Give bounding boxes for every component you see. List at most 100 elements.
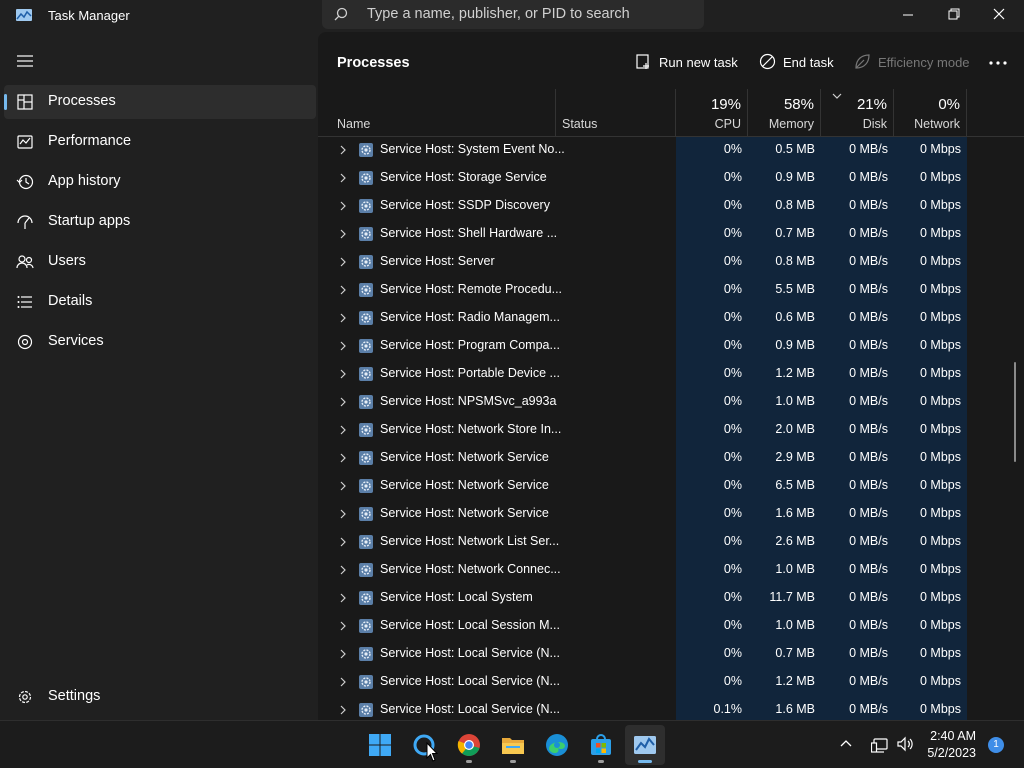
hamburger-menu-icon[interactable] [16,54,34,68]
expand-chevron-icon[interactable] [340,369,346,379]
expand-chevron-icon[interactable] [340,173,346,183]
table-row[interactable]: Service Host: Radio Managem... 0% 0.6 MB 0 … [318,304,1024,332]
more-options-icon[interactable] [988,60,1008,66]
expand-chevron-icon[interactable] [340,201,346,211]
cpu-value: 0.1% [713,702,743,716]
users-icon [16,255,34,269]
column-header-cpu[interactable]: 19% CPU [676,89,748,137]
vertical-scrollbar[interactable] [1014,362,1016,462]
expand-chevron-icon[interactable] [340,509,346,519]
table-row[interactable]: Service Host: Local System 0% 11.7 MB 0 MB/… [318,584,1024,612]
network-icon[interactable] [871,737,889,753]
cpu-value: 0% [723,618,742,632]
table-row[interactable]: Service Host: Shell Hardware ... 0% 0.7 MB… [318,220,1024,248]
sidebar-item-startup-apps[interactable]: Startup apps [4,205,316,239]
table-row[interactable]: Service Host: Network Service 0% 1.6 MB 0 M… [318,500,1024,528]
taskbar-cortana[interactable] [404,725,444,765]
disk-value: 0 MB/s [849,422,888,436]
expand-chevron-icon[interactable] [340,453,346,463]
volume-icon[interactable] [896,736,914,752]
expand-chevron-icon[interactable] [340,593,346,603]
expand-chevron-icon[interactable] [340,341,346,351]
sidebar-item-services[interactable]: Services [4,325,316,359]
expand-chevron-icon[interactable] [340,565,346,575]
table-row[interactable]: Service Host: Portable Device ... 0% 1.2 M… [318,360,1024,388]
clock-time[interactable]: 2:40 AM [916,729,976,743]
expand-chevron-icon[interactable] [340,229,346,239]
table-row[interactable]: Service Host: Network List Ser... 0% 2.6 M… [318,528,1024,556]
table-row[interactable]: Service Host: Network Service 0% 6.5 MB 0 M… [318,472,1024,500]
expand-chevron-icon[interactable] [340,705,346,715]
edge-icon [546,734,568,756]
sidebar-item-performance[interactable]: Performance [4,125,316,159]
taskbar-task-manager[interactable] [625,725,665,765]
service-host-icon [359,227,373,241]
expand-chevron-icon[interactable] [340,677,346,687]
table-row[interactable]: Service Host: Local Service (N... 0% 0.7 M… [318,640,1024,668]
process-name: Service Host: Local Service (N... [380,674,560,688]
memory-value: 1.0 MB [775,394,815,408]
table-row[interactable]: Service Host: System Event No... 0% 0.5 MB… [318,136,1024,164]
table-row[interactable]: Service Host: Remote Procedu... 0% 5.5 MB 0… [318,276,1024,304]
taskbar-microsoft-store[interactable] [581,725,621,765]
expand-chevron-icon[interactable] [340,313,346,323]
active-indicator [638,760,652,763]
end-task-button[interactable]: End task [759,52,834,74]
process-name: Service Host: Radio Managem... [380,310,560,324]
memory-value: 0.9 MB [775,170,815,184]
clock-date[interactable]: 5/2/2023 [916,746,976,760]
taskbar-edge[interactable] [537,725,577,765]
table-row[interactable]: Service Host: Local Service (N... 0% 1.2 M… [318,668,1024,696]
expand-chevron-icon[interactable] [340,537,346,547]
table-row[interactable]: Service Host: Local Session M... 0% 1.0 MB… [318,612,1024,640]
minimize-button[interactable] [885,0,931,30]
expand-chevron-icon[interactable] [340,425,346,435]
table-row[interactable]: Service Host: Network Connec... 0% 1.0 MB 0… [318,556,1024,584]
cpu-value: 0% [723,338,742,352]
table-row[interactable]: Service Host: SSDP Discovery 0% 0.8 MB 0 MB… [318,192,1024,220]
table-row[interactable]: Service Host: Network Service 0% 2.9 MB 0 M… [318,444,1024,472]
sidebar-item-processes[interactable]: Processes [4,85,316,119]
end-task-icon [759,53,776,70]
expand-chevron-icon[interactable] [340,285,346,295]
column-header-network[interactable]: 0% Network [894,89,967,137]
search-input[interactable]: Type a name, publisher, or PID to search [367,6,630,22]
network-value: 0 Mbps [920,534,961,548]
sidebar-item-users[interactable]: Users [4,245,316,279]
column-header-status[interactable]: Status [556,89,676,137]
start-button[interactable] [360,725,400,765]
table-row[interactable]: Service Host: Storage Service 0% 0.9 MB 0 M… [318,164,1024,192]
column-header-name[interactable]: Name [318,89,556,137]
column-header-memory[interactable]: 58% Memory [748,89,821,137]
expand-chevron-icon[interactable] [340,481,346,491]
close-button[interactable] [976,0,1022,30]
network-value: 0 Mbps [920,338,961,352]
taskbar-file-explorer[interactable] [493,725,533,765]
process-name: Service Host: Local Session M... [380,618,560,632]
process-name: Service Host: Remote Procedu... [380,282,563,296]
notification-badge[interactable]: 1 [988,737,1004,753]
expand-chevron-icon[interactable] [340,649,346,659]
expand-chevron-icon[interactable] [340,621,346,631]
restore-button[interactable] [930,0,976,30]
sidebar-item-app-history[interactable]: App history [4,165,316,199]
efficiency-mode-button[interactable]: Efficiency mode [854,52,970,74]
cpu-value: 0% [723,450,742,464]
sidebar-item-settings[interactable]: Settings [4,680,316,714]
table-row[interactable]: Service Host: NPSMSvc_a993a 0% 1.0 MB 0 MB/… [318,388,1024,416]
show-hidden-icons-chevron-icon[interactable] [840,739,852,747]
taskbar-chrome[interactable] [449,725,489,765]
run-new-task-button[interactable]: Run new task [635,52,738,74]
network-value: 0 Mbps [920,142,961,156]
table-row[interactable]: Service Host: Network Store In... 0% 2.0 M… [318,416,1024,444]
table-row[interactable]: Service Host: Program Compa... 0% 0.9 MB 0 … [318,332,1024,360]
network-value: 0 Mbps [920,422,961,436]
table-row[interactable]: Service Host: Server 0% 0.8 MB 0 MB/s 0 Mbps [318,248,1024,276]
expand-chevron-icon[interactable] [340,257,346,267]
table-row[interactable]: Service Host: Local Service (N... 0.1% 1.6… [318,696,1024,720]
expand-chevron-icon[interactable] [340,397,346,407]
sidebar-item-label: Services [48,333,104,349]
expand-chevron-icon[interactable] [340,145,346,155]
active-indicator [4,94,7,110]
sidebar-item-details[interactable]: Details [4,285,316,319]
